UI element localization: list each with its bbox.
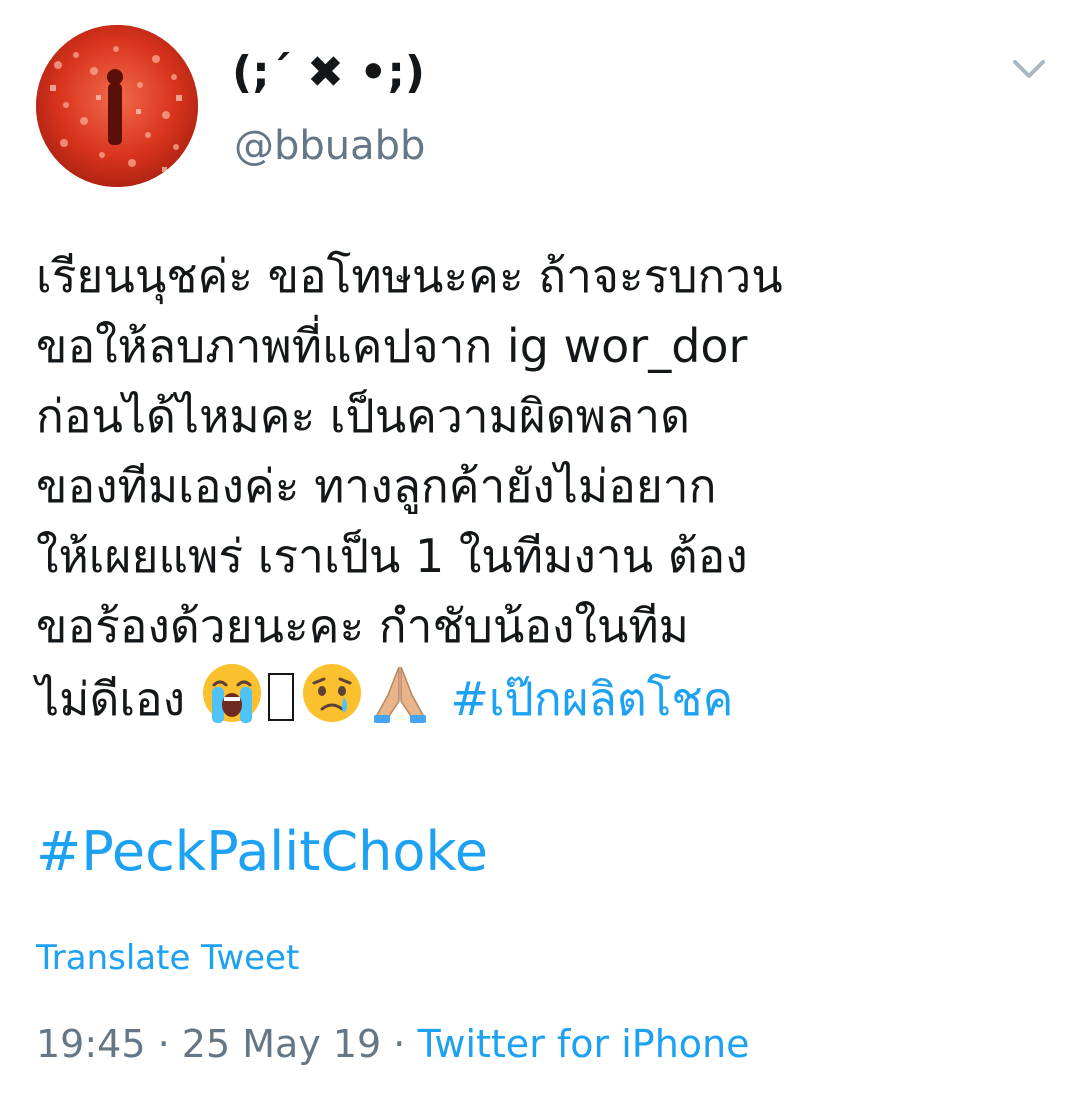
- tweet-line: ก่อนได้ไหมคะ เป็นความผิดพลาด: [36, 389, 690, 443]
- crying-face-emoji: [200, 661, 264, 725]
- missing-glyph: [267, 673, 294, 721]
- tweet-text: เรียนนุชค่ะ ขอโทษนะคะ ถ้าจะรบกวน ขอให้ลบ…: [36, 241, 1046, 734]
- folded-hands-emoji: [368, 661, 432, 725]
- tweet-time[interactable]: 19:45: [36, 1022, 146, 1066]
- avatar[interactable]: [36, 25, 198, 187]
- meta-separator: ·: [381, 1022, 418, 1066]
- translate-tweet-button[interactable]: Translate Tweet: [36, 935, 299, 981]
- tweet-meta: 19:45 · 25 May 19 · Twitter for iPhone: [36, 1018, 750, 1070]
- avatar-image: [36, 25, 198, 187]
- tweet-line: เรียนนุชค่ะ ขอโทษนะคะ ถ้าจะรบกวน: [36, 249, 783, 303]
- author-handle[interactable]: @bbuabb: [234, 118, 425, 174]
- tweet-source-link[interactable]: Twitter for iPhone: [417, 1022, 749, 1066]
- tweet-line: ของทีมเองค่ะ ทางลูกค้ายังไม่อยาก: [36, 459, 717, 513]
- sad-face-emoji: [300, 661, 364, 725]
- tweet-line-text: ไม่ดีเอง: [36, 672, 186, 726]
- hashtag-en-link[interactable]: #PeckPalitChoke: [36, 816, 488, 888]
- tweet-card: (;´ ✖ •;) @bbuabb เรียนนุชค่ะ ขอโทษนะคะ …: [0, 0, 1080, 1103]
- author-display-name[interactable]: (;´ ✖ •;): [232, 42, 425, 104]
- tweet-line: ขอร้องด้วยนะคะ กำชับน้องในทีม: [36, 599, 689, 653]
- hashtag-thai-link[interactable]: #เป๊กผลิตโชค: [450, 672, 733, 726]
- tweet-line: ขอให้ลบภาพที่แคปจาก ig wor_dor: [36, 319, 748, 373]
- tweet-date[interactable]: 25 May 19: [182, 1022, 381, 1066]
- meta-separator: ·: [145, 1022, 182, 1066]
- tweet-line: ให้เผยแพร่ เราเป็น 1 ในทีมงาน ต้อง: [36, 529, 748, 583]
- chevron-down-icon[interactable]: [1004, 50, 1054, 90]
- tweet-last-line: ไม่ดีเอง #เป๊กผลิตโชค: [36, 661, 1046, 734]
